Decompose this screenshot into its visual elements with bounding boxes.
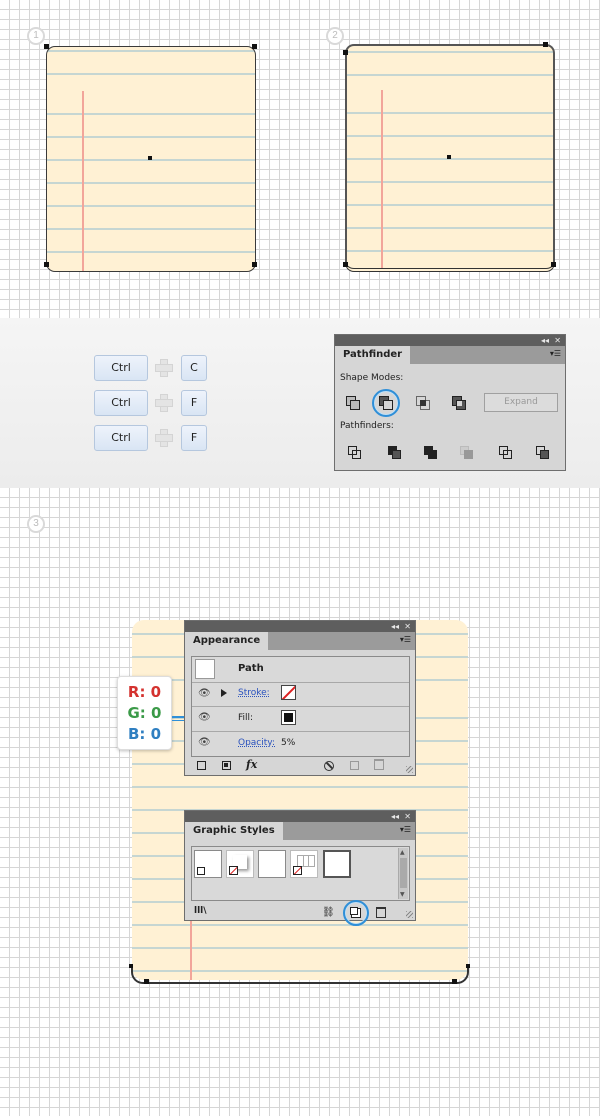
- opacity-link[interactable]: Opacity:: [238, 738, 275, 748]
- tab-appearance[interactable]: Appearance: [185, 632, 269, 650]
- opacity-value: 5%: [281, 738, 296, 748]
- style-swatch-drop-shadow[interactable]: [226, 850, 254, 878]
- close-icon[interactable]: ✕: [404, 811, 411, 822]
- tab-pathfinder[interactable]: Pathfinder: [335, 346, 411, 364]
- ctrl-key: Ctrl: [94, 355, 148, 381]
- panel-titlebar[interactable]: ◂◂ ✕: [185, 811, 415, 822]
- intersect-icon[interactable]: [415, 395, 431, 411]
- anchor-point[interactable]: [144, 979, 149, 984]
- close-icon[interactable]: ✕: [554, 335, 561, 346]
- ctrl-key: Ctrl: [94, 390, 148, 416]
- margin-line: [82, 91, 84, 271]
- clear-appearance-icon[interactable]: [324, 761, 334, 771]
- red-value: R: 0: [127, 683, 162, 701]
- blue-value: B: 0: [127, 725, 162, 743]
- anchor-point[interactable]: [452, 979, 457, 984]
- anchor-point[interactable]: [551, 262, 556, 267]
- object-type-label: Path: [238, 663, 264, 674]
- add-effect-icon[interactable]: fx: [246, 758, 257, 771]
- anchor-point[interactable]: [343, 50, 348, 55]
- style-swatch-default[interactable]: [194, 850, 222, 878]
- trim-icon[interactable]: [387, 445, 403, 461]
- collapse-icon[interactable]: ◂◂: [391, 811, 399, 822]
- stroke-link[interactable]: Stroke:: [238, 688, 270, 698]
- shape-modes-label: Shape Modes:: [340, 373, 404, 383]
- resize-grip-icon[interactable]: [406, 911, 413, 918]
- plus-icon: [153, 392, 175, 414]
- fill-label: Fill:: [238, 713, 254, 723]
- pathfinders-label: Pathfinders:: [340, 421, 394, 431]
- styles-scrollbar[interactable]: ▲ ▼: [398, 848, 408, 899]
- ctrl-key: Ctrl: [94, 425, 148, 451]
- style-swatch-new[interactable]: [323, 850, 351, 878]
- plus-icon: [153, 427, 175, 449]
- add-fill-icon[interactable]: [222, 761, 231, 770]
- anchor-point[interactable]: [44, 44, 49, 49]
- f-key: F: [181, 390, 207, 416]
- outline-icon[interactable]: [498, 445, 514, 461]
- anchor-point[interactable]: [343, 262, 348, 267]
- anchor-point[interactable]: [543, 42, 548, 47]
- anchor-point[interactable]: [466, 964, 470, 968]
- step-badge-2: 2: [326, 27, 344, 45]
- panel-menu-icon[interactable]: ▾☰: [400, 635, 411, 644]
- fill-swatch[interactable]: [281, 710, 296, 725]
- expand-button[interactable]: Expand: [484, 393, 558, 412]
- panel-menu-icon[interactable]: ▾☰: [400, 825, 411, 834]
- panel-titlebar[interactable]: ◂◂ ✕: [185, 621, 415, 632]
- margin-line: [381, 90, 383, 268]
- color-callout: R: 0 G: 0 B: 0: [117, 676, 172, 750]
- unite-icon[interactable]: [345, 395, 361, 411]
- bottom-stroke-path[interactable]: [131, 966, 469, 984]
- appearance-panel: ◂◂ ✕ Appearance ▾☰ Path 👁 Stroke: 👁 Fill…: [184, 620, 416, 776]
- duplicate-item-icon[interactable]: [350, 761, 359, 770]
- graphic-styles-panel: ◂◂ ✕ Graphic Styles ▾☰ ▲ ▼ lll\ ⛓: [184, 810, 416, 926]
- styles-grid: ▲ ▼: [191, 846, 410, 901]
- object-thumbnail: [195, 659, 215, 679]
- break-link-icon[interactable]: ⛓: [322, 907, 335, 918]
- anchor-point[interactable]: [252, 262, 257, 267]
- pathfinder-panel: ◂◂ ✕ Pathfinder ▾☰ Shape Modes: Expand P…: [334, 334, 566, 471]
- merge-icon[interactable]: [423, 445, 439, 461]
- anchor-point[interactable]: [252, 44, 257, 49]
- add-stroke-icon[interactable]: [197, 761, 206, 770]
- green-value: G: 0: [127, 704, 162, 722]
- panel-titlebar[interactable]: ◂◂ ✕: [335, 335, 565, 346]
- divide-icon[interactable]: [347, 445, 363, 461]
- tab-graphic-styles[interactable]: Graphic Styles: [185, 822, 283, 840]
- plus-icon: [153, 357, 175, 379]
- center-point[interactable]: [148, 156, 152, 160]
- new-graphic-style-icon[interactable]: [350, 907, 361, 918]
- f-key: F: [181, 425, 207, 451]
- collapse-icon[interactable]: ◂◂: [391, 621, 399, 632]
- eye-icon[interactable]: 👁: [198, 712, 211, 723]
- c-key: C: [181, 355, 207, 381]
- trash-icon[interactable]: [376, 907, 386, 918]
- appearance-list: Path 👁 Stroke: 👁 Fill: 👁 Opacity: 5%: [191, 656, 410, 757]
- minus-front-icon[interactable]: [378, 395, 394, 411]
- anchor-point[interactable]: [44, 262, 49, 267]
- step-badge-3: 3: [27, 515, 45, 533]
- crop-icon[interactable]: [459, 445, 475, 461]
- expand-triangle-icon[interactable]: [221, 689, 227, 697]
- center-point[interactable]: [447, 155, 451, 159]
- style-swatch-stroked[interactable]: [290, 850, 318, 878]
- trash-icon[interactable]: [374, 759, 384, 770]
- stroke-none-swatch[interactable]: [281, 685, 296, 700]
- resize-grip-icon[interactable]: [406, 766, 413, 773]
- style-swatch-plain[interactable]: [258, 850, 286, 878]
- step-badge-1: 1: [27, 27, 45, 45]
- library-menu-icon[interactable]: lll\: [194, 906, 207, 916]
- collapse-icon[interactable]: ◂◂: [541, 335, 549, 346]
- minus-back-icon[interactable]: [535, 445, 551, 461]
- close-icon[interactable]: ✕: [404, 621, 411, 632]
- exclude-icon[interactable]: [451, 395, 467, 411]
- panel-menu-icon[interactable]: ▾☰: [550, 349, 561, 358]
- eye-icon[interactable]: 👁: [198, 737, 211, 748]
- eye-icon[interactable]: 👁: [198, 688, 211, 699]
- anchor-point[interactable]: [129, 964, 133, 968]
